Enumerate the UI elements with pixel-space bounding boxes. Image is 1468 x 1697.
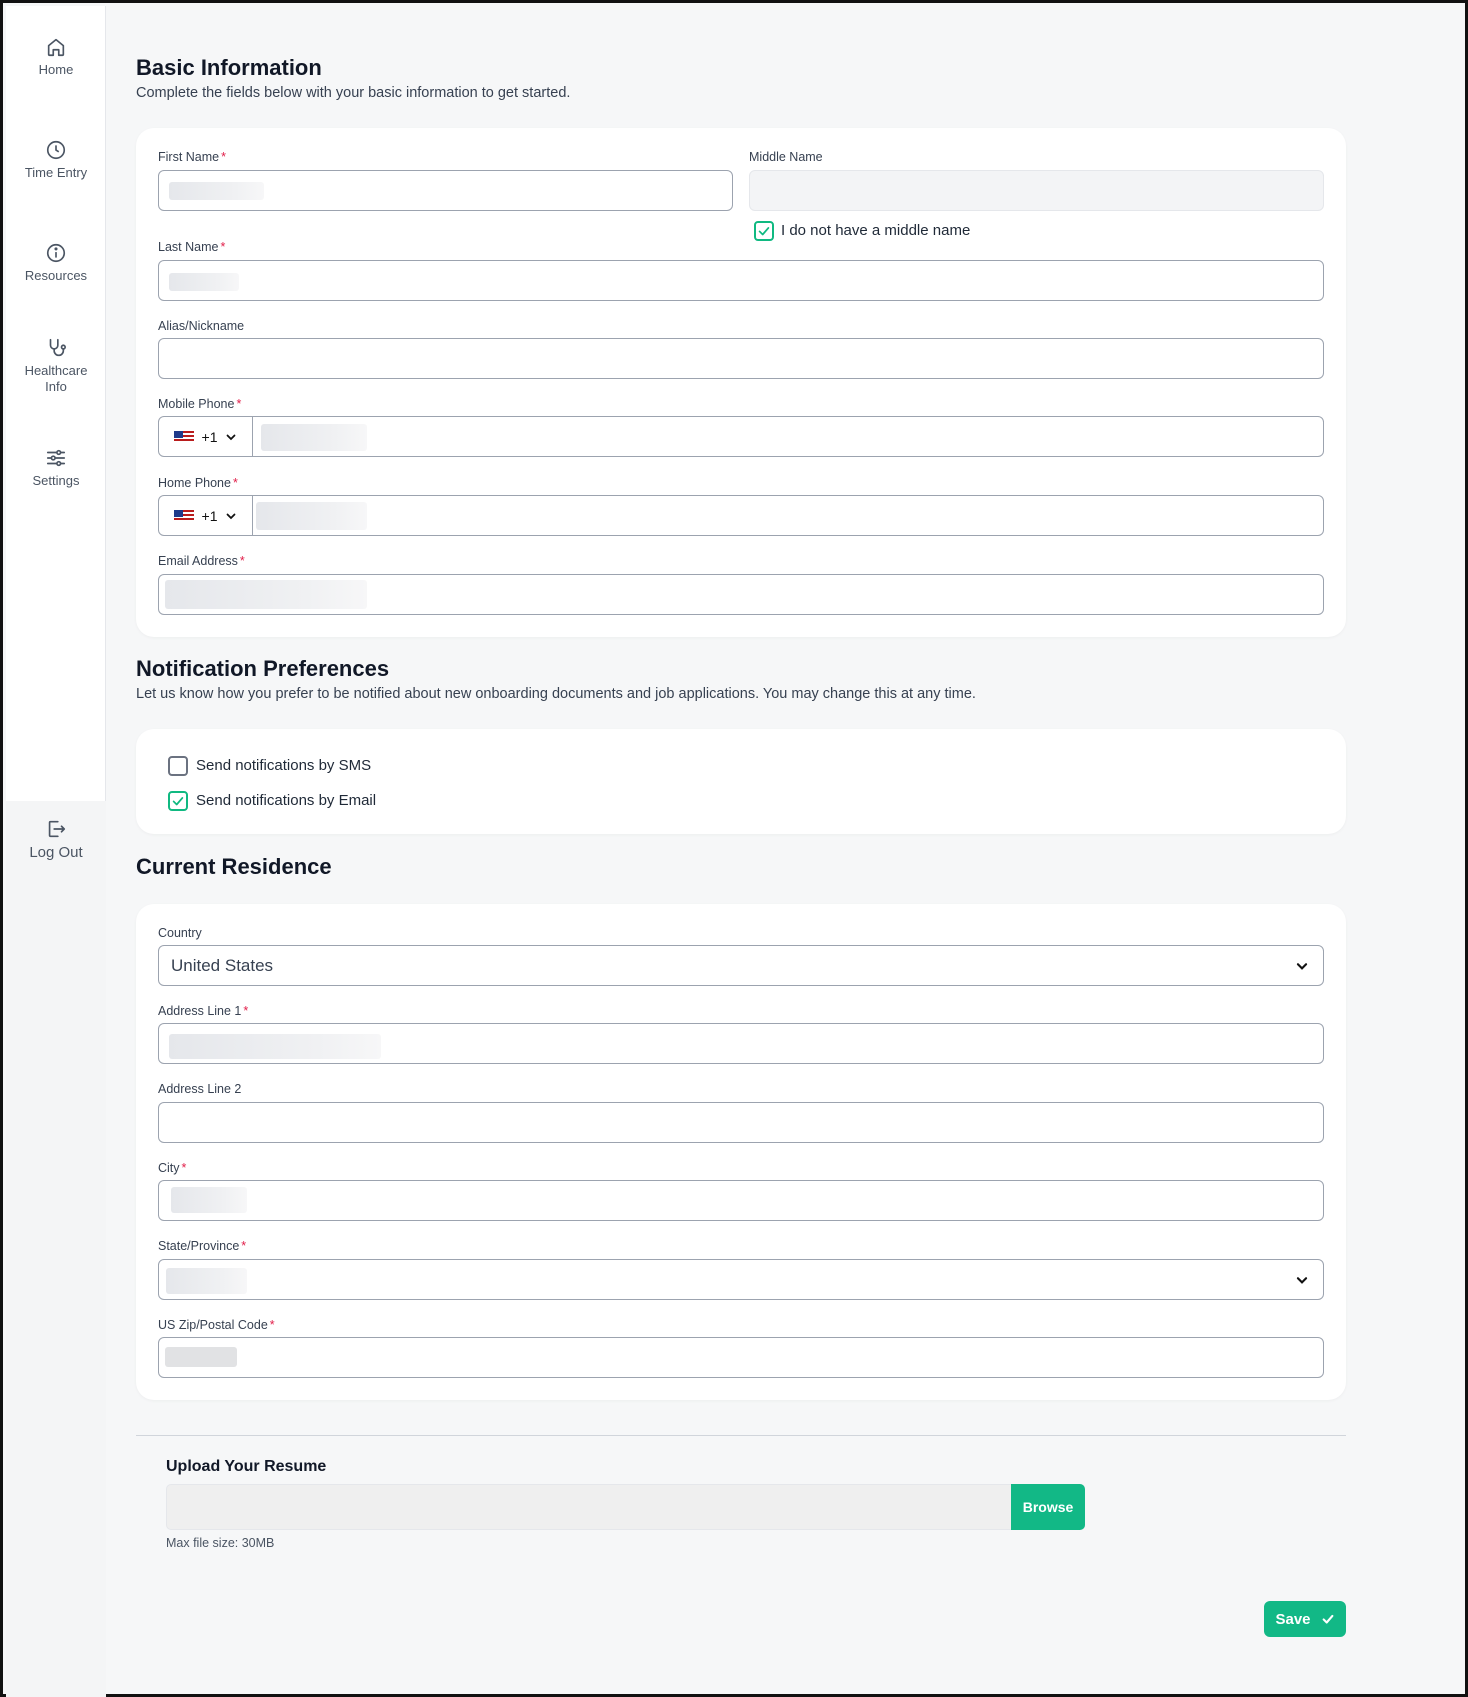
notification-title: Notification Preferences [136,656,390,681]
sms-notification-label: Send notifications by SMS [196,757,372,774]
save-button[interactable]: Save [1264,1601,1346,1637]
logout-icon [48,820,66,838]
state-label: State/Province * [158,1239,247,1253]
clock-icon [46,140,66,160]
sidebar-item-label-line2: Info [45,379,67,394]
sms-notification-checkbox[interactable] [168,756,188,776]
sidebar-item-label: Resources [24,268,88,283]
city-label: City * [158,1161,187,1175]
sidebar-item-time-entry[interactable]: Time Entry [6,139,106,181]
us-flag-icon [173,430,194,443]
sidebar: Home Time Entry Resources Healthcare Inf… [6,6,106,1697]
chevron-down-icon [1296,963,1308,970]
address2-field[interactable] [158,1102,1324,1143]
logout-label: Log Out [29,844,83,861]
browse-button[interactable]: Browse [1011,1484,1085,1530]
last-name-label: Last Name * [158,240,226,254]
email-field[interactable] [158,574,1324,615]
state-select[interactable] [158,1259,1324,1300]
sidebar-item-healthcare-info[interactable]: Healthcare Info [6,337,106,395]
last-name-field[interactable] [158,260,1324,301]
mobile-code: +1 [201,428,218,445]
first-name-label: First Name * [158,150,226,164]
home-code: +1 [201,507,218,524]
chevron-down-icon [227,513,236,519]
sidebar-footer [6,801,106,1697]
home-country-code-select[interactable]: +1 [159,496,253,535]
home-icon [47,38,65,57]
email-label: Email Address * [158,554,245,568]
checkmark-icon [172,797,184,806]
country-select[interactable]: United States [158,945,1324,986]
email-notification-checkbox[interactable] [168,791,188,811]
logout-button[interactable]: Log Out [6,818,106,861]
upload-size-hint: Max file size: 30MB [166,1536,275,1550]
sidebar-item-label: Time Entry [24,165,88,180]
sidebar-item-label: Settings [32,473,80,488]
basic-info-title: Basic Information [136,55,322,80]
notification-card: Send notifications by SMS Send notificat… [136,729,1346,834]
basic-info-subtitle: Complete the fields below with your basi… [136,85,571,101]
middle-name-label: Middle Name [749,150,823,164]
chevron-down-icon [1296,1277,1308,1284]
alias-field[interactable] [158,338,1324,379]
city-field[interactable] [158,1180,1324,1221]
first-name-field[interactable] [158,170,733,211]
divider [136,1435,1346,1436]
sidebar-item-settings[interactable]: Settings [6,447,106,489]
notification-subtitle: Let us know how you prefer to be notifie… [136,686,976,702]
country-label: Country [158,926,202,940]
zip-field[interactable] [158,1337,1324,1378]
middle-name-field [749,170,1324,211]
no-middle-name-checkbox[interactable] [754,221,774,241]
stethoscope-icon [49,338,66,357]
upload-resume-title: Upload Your Resume [166,1458,327,1475]
info-icon [46,243,66,263]
resume-file-input[interactable] [166,1484,1085,1530]
mobile-phone-field[interactable]: +1 [158,416,1324,457]
home-phone-label: Home Phone * [158,476,238,490]
checkmark-icon [758,227,770,236]
no-middle-name-label: I do not have a middle name [781,222,971,239]
save-label: Save [1275,1610,1311,1628]
chevron-down-icon [227,434,236,440]
app-frame: Home Time Entry Resources Healthcare Inf… [0,0,1468,1697]
residence-card: Country United States Address Line 1 * Ad… [136,904,1346,1400]
mobile-country-code-select[interactable]: +1 [159,417,253,456]
residence-title: Current Residence [136,854,332,879]
alias-label: Alias/Nickname [158,319,245,333]
sidebar-item-resources[interactable]: Resources [6,242,106,284]
address1-label: Address Line 1 * [158,1004,249,1018]
email-notification-label: Send notifications by Email [196,792,377,809]
address1-field[interactable] [158,1023,1324,1064]
mobile-phone-label: Mobile Phone * [158,397,242,411]
home-phone-field[interactable]: +1 [158,495,1324,536]
sliders-icon [46,449,66,467]
basic-info-card: First Name * Middle Name I do not have a … [136,128,1346,637]
sidebar-item-home[interactable]: Home [6,36,106,78]
checkmark-icon [1322,1614,1333,1624]
sidebar-item-label: Healthcare [24,363,88,378]
sidebar-item-label: Home [38,62,74,77]
country-value: United States [171,956,274,975]
zip-label: US Zip/Postal Code * [158,1318,275,1332]
us-flag-icon [173,509,194,522]
address2-label: Address Line 2 [158,1082,242,1096]
